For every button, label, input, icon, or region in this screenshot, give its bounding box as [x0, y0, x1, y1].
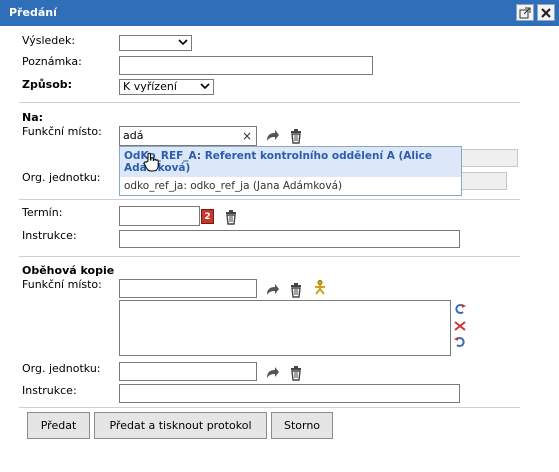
zpusob-value: K vyřízení	[123, 80, 177, 93]
title-bar	[0, 0, 559, 26]
calendar-number: 2	[204, 212, 211, 222]
divider	[19, 199, 520, 200]
funkcni-misto-value: adá	[123, 129, 144, 142]
trash-icon[interactable]	[223, 209, 239, 225]
copy-funkcni-misto-label: Funkční místo:	[22, 278, 102, 291]
chevron-down-icon	[178, 37, 188, 51]
predat-button[interactable]: Předat	[27, 412, 90, 439]
funkcni-misto-label: Funkční místo:	[22, 125, 102, 138]
chevron-down-icon	[200, 81, 210, 95]
divider	[19, 102, 520, 103]
add-recipient-icon[interactable]	[453, 303, 467, 318]
select-arrow-icon[interactable]	[264, 282, 280, 298]
trash-icon[interactable]	[288, 128, 304, 144]
copy-instrukce-label: Instrukce:	[22, 384, 77, 397]
poznamka-input[interactable]	[119, 56, 373, 75]
divider	[19, 256, 520, 257]
copy-org-jednotku-input[interactable]	[119, 362, 257, 381]
autocomplete-option-2[interactable]: odko_ref_ja: odko_ref_ja (Jana Adámková)	[124, 180, 342, 192]
autocomplete-option-1-line1[interactable]: OdKo_REF_A: Referent kontrolního oddělen…	[124, 150, 432, 162]
dialog-title: Předání	[9, 6, 57, 19]
storno-button[interactable]: Storno	[271, 412, 333, 439]
funkcni-misto-detail-field	[455, 149, 518, 167]
predat-tisknout-button[interactable]: Předat a tisknout protokol	[94, 412, 267, 439]
na-heading: Na:	[22, 111, 44, 124]
trash-icon[interactable]	[288, 365, 304, 381]
person-icon[interactable]	[312, 279, 328, 295]
clear-icon[interactable]: ×	[242, 127, 252, 145]
select-arrow-icon[interactable]	[264, 128, 280, 144]
termin-label: Termín:	[22, 206, 63, 219]
close-icon	[541, 8, 551, 18]
select-arrow-icon[interactable]	[264, 365, 280, 381]
zpusob-label: Způsob:	[22, 78, 73, 91]
funkcni-misto-input[interactable]: adá ×	[119, 126, 257, 146]
close-button[interactable]	[537, 4, 555, 21]
termin-input[interactable]	[119, 206, 200, 226]
obehova-kopie-heading: Oběhová kopie	[22, 264, 115, 277]
hand-cursor-icon	[143, 152, 159, 175]
reorder-recipient-icon[interactable]	[453, 336, 467, 351]
org-jednotku-field	[455, 172, 507, 190]
instrukce-input[interactable]	[119, 230, 460, 248]
poznamka-label: Poznámka:	[22, 55, 82, 68]
instrukce-label: Instrukce:	[22, 229, 77, 242]
copy-org-jednotku-label: Org. jednotku:	[22, 362, 101, 375]
vysledek-select[interactable]	[119, 35, 192, 51]
popout-button[interactable]	[516, 4, 534, 21]
copy-funkcni-misto-input[interactable]	[119, 279, 257, 298]
remove-recipient-icon[interactable]	[453, 320, 467, 335]
divider	[19, 407, 520, 408]
copy-recipients-list[interactable]	[119, 300, 451, 356]
popout-icon	[519, 7, 531, 19]
trash-icon[interactable]	[288, 282, 304, 298]
calendar-icon[interactable]: 2	[201, 209, 214, 224]
copy-instrukce-input[interactable]	[119, 384, 460, 403]
vysledek-label: Výsledek:	[22, 34, 76, 47]
org-jednotku-label: Org. jednotku:	[22, 171, 101, 184]
zpusob-select[interactable]: K vyřízení	[119, 79, 214, 95]
